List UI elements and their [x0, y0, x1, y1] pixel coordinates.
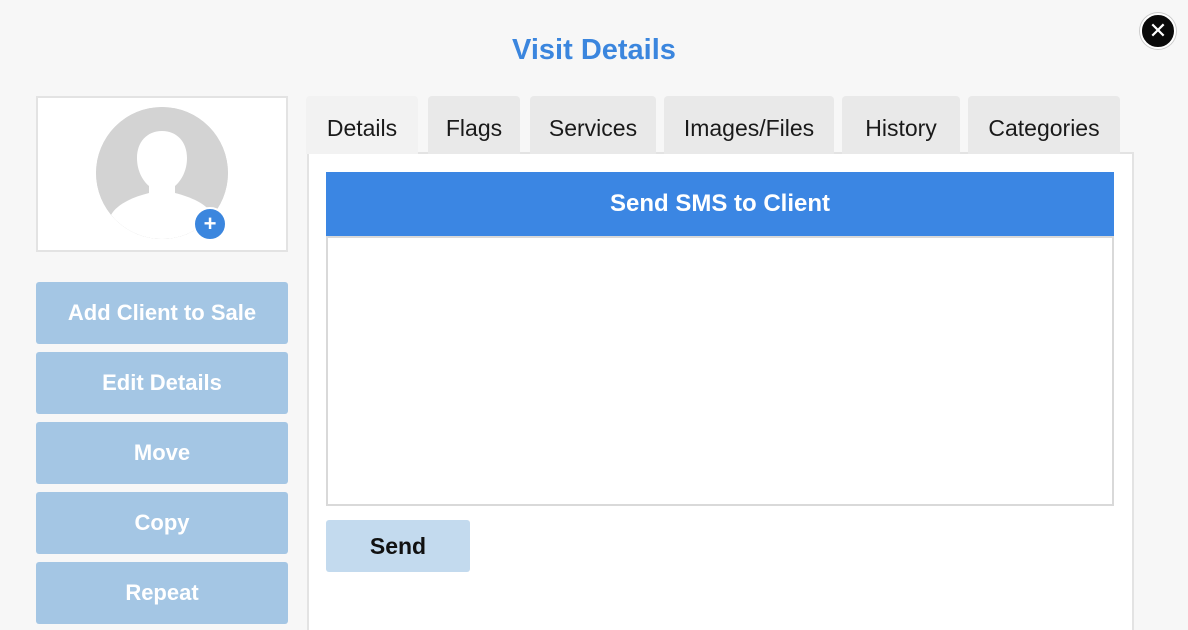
modal-title: Visit Details	[512, 34, 676, 66]
close-button[interactable]: ✕	[1140, 13, 1176, 49]
edit-details-button[interactable]: Edit Details	[36, 352, 288, 414]
tab-details[interactable]: Details	[306, 96, 418, 154]
tab-flags[interactable]: Flags	[428, 96, 520, 154]
tab-categories[interactable]: Categories	[968, 96, 1120, 154]
copy-button[interactable]: Copy	[36, 492, 288, 554]
repeat-button[interactable]: Repeat	[36, 562, 288, 624]
move-button[interactable]: Move	[36, 422, 288, 484]
sms-header: Send SMS to Client	[326, 172, 1114, 236]
tab-services[interactable]: Services	[530, 96, 656, 154]
avatar-box: +	[36, 96, 288, 252]
close-icon: ✕	[1148, 18, 1168, 43]
tab-history[interactable]: History	[842, 96, 960, 154]
tab-images-files[interactable]: Images/Files	[664, 96, 834, 154]
sms-message-input[interactable]	[326, 236, 1114, 506]
add-photo-button[interactable]: +	[193, 207, 227, 241]
plus-icon: +	[203, 211, 217, 236]
add-client-to-sale-button[interactable]: Add Client to Sale	[36, 282, 288, 344]
send-button[interactable]: Send	[326, 520, 470, 572]
